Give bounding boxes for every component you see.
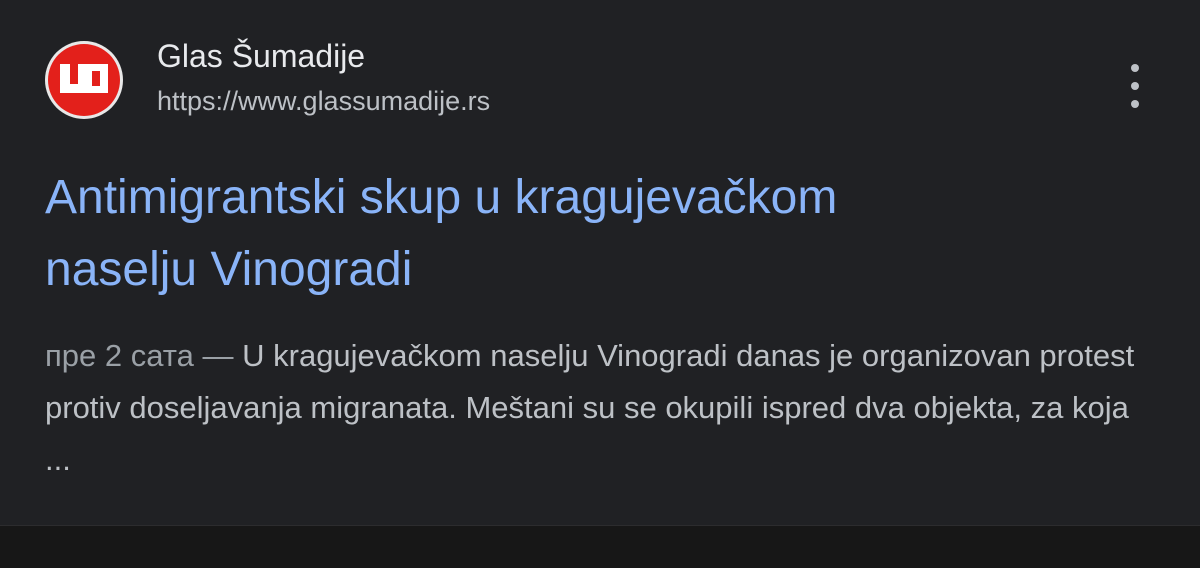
more-vert-icon[interactable] [1120,64,1150,108]
glas-sumadije-logo-icon [48,44,120,116]
menu-dot [1131,82,1139,90]
date-separator: — [193,338,243,373]
site-favicon[interactable] [45,41,123,119]
site-name[interactable]: Glas Šumadije [157,38,365,75]
result-date: пре 2 сата [45,338,194,373]
site-header[interactable]: Glas Šumadije https://www.glassumadije.r… [45,38,1155,119]
logo-letters-svg [60,64,108,93]
search-result-card: Glas Šumadije https://www.glassumadije.r… [0,0,1200,525]
next-result-edge [0,525,1200,568]
menu-dot [1131,64,1139,72]
title-line-2[interactable]: naselju Vinogradi [45,243,412,296]
result-title-link[interactable]: Antimigrantski skup u kragujevačkom nasel… [45,162,1145,306]
site-url[interactable]: https://www.glassumadije.rs [157,86,490,117]
result-snippet: пре 2 сата — U kragujevačkom naselju Vin… [45,330,1155,486]
menu-dot [1131,100,1139,108]
title-line-1[interactable]: Antimigrantski skup u kragujevačkom [45,171,837,224]
